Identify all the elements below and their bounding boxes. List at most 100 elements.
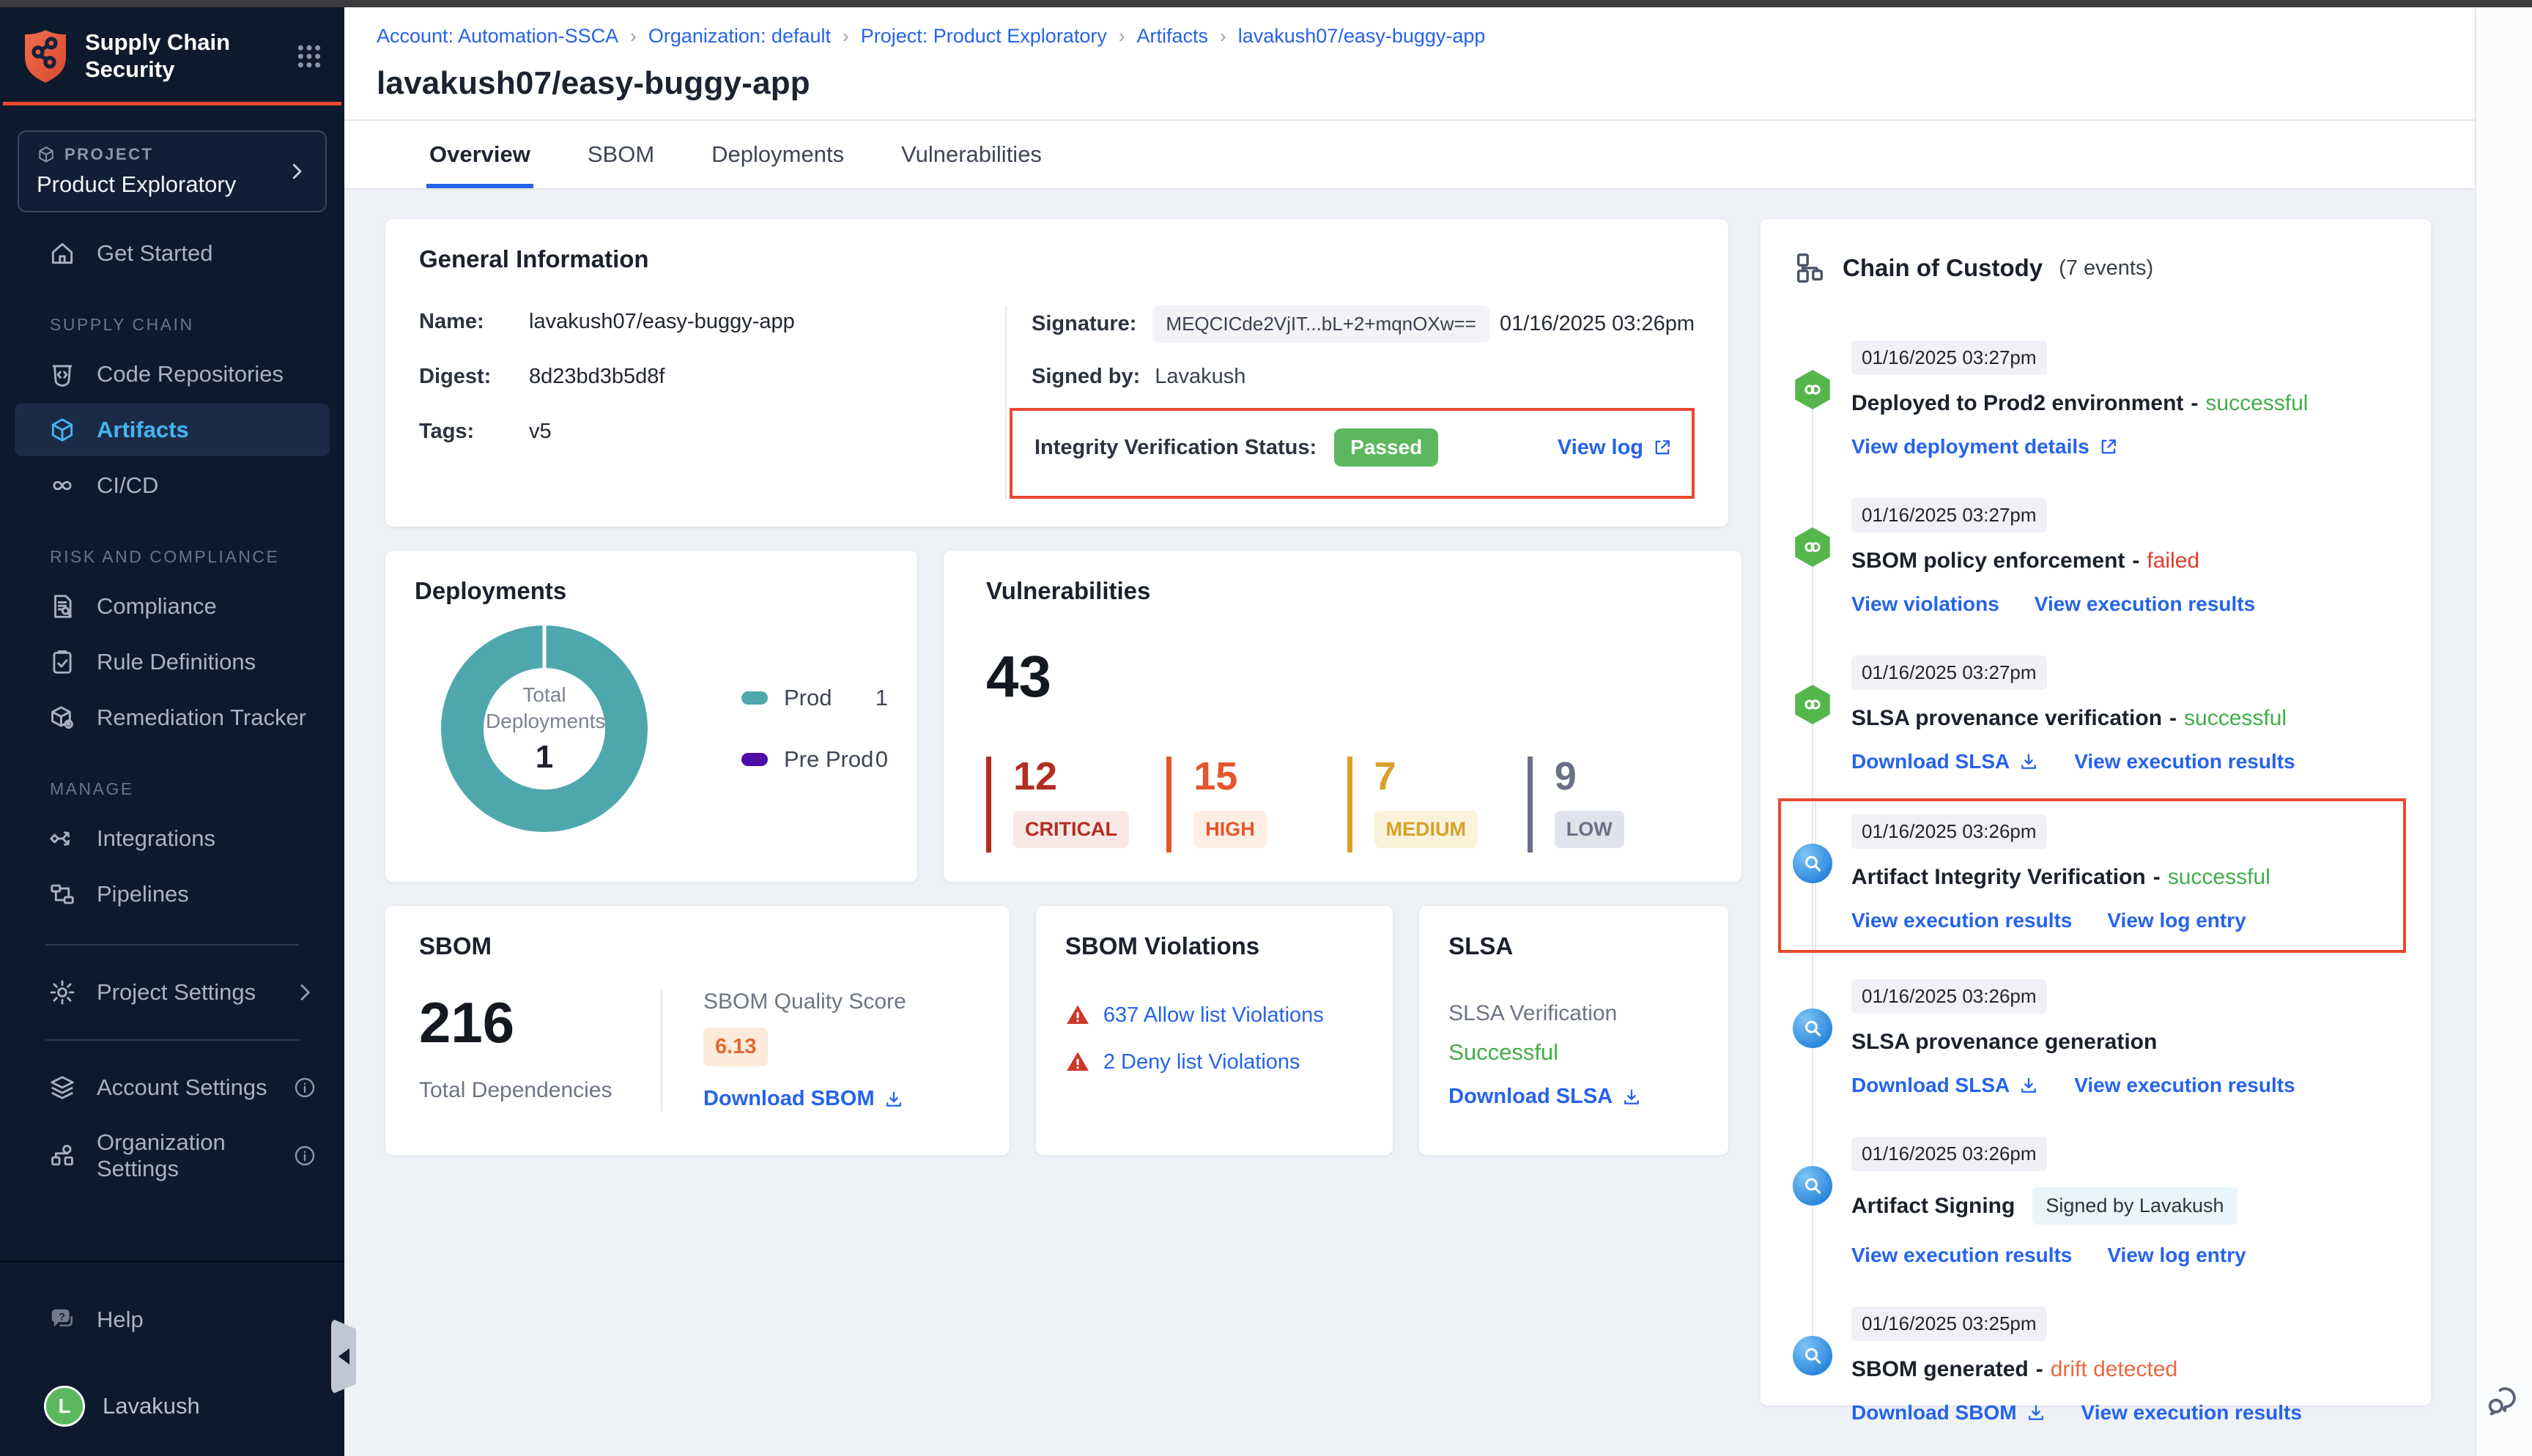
sidebar-item-compliance[interactable]: Compliance xyxy=(15,580,330,633)
page-header: Account: Automation-SSCA›Organization: d… xyxy=(344,7,2475,121)
chat-support-icon[interactable] xyxy=(2484,1381,2524,1421)
tab-vulnerabilities[interactable]: Vulnerabilities xyxy=(898,121,1045,188)
event-link-view-violations[interactable]: View violations xyxy=(1851,593,1999,616)
general-information-body: Name:lavakush07/easy-buggy-appDigest:8d2… xyxy=(419,305,1695,499)
event-timestamp: 01/16/2025 03:26pm xyxy=(1851,814,2047,849)
event-link-download-sbom[interactable]: Download SBOM xyxy=(1851,1401,2046,1425)
info-icon xyxy=(293,1076,316,1099)
sbom-violations-card: SBOM Violations 637 Allow list Violation… xyxy=(1036,906,1393,1155)
breadcrumb-item-project-product-exploratory[interactable]: Project: Product Exploratory xyxy=(861,25,1107,48)
sidebar-item-project-settings[interactable]: Project Settings xyxy=(15,966,330,1019)
event-link-label: View execution results xyxy=(2074,1074,2295,1097)
event-timestamp: 01/16/2025 03:25pm xyxy=(1851,1307,2047,1341)
sidebar-item-remediation-tracker[interactable]: Remediation Tracker xyxy=(15,691,330,744)
svg-text:?: ? xyxy=(59,1311,65,1323)
warning-triangle-icon xyxy=(1065,1050,1090,1074)
event-link-label: View log entry xyxy=(2107,1244,2246,1267)
sidebar: Supply Chain Security PROJECT Product Ex… xyxy=(0,7,344,1456)
sidebar-item-organization-settings[interactable]: Organization Settings xyxy=(15,1117,330,1195)
breadcrumb-item-artifacts[interactable]: Artifacts xyxy=(1137,25,1209,48)
timeline-icon-column xyxy=(1793,1137,1851,1267)
external-link-icon xyxy=(2098,437,2119,457)
breadcrumb: Account: Automation-SSCA›Organization: d… xyxy=(377,25,2446,48)
signature-date: 01/16/2025 03:26pm xyxy=(1500,312,1695,336)
user-menu[interactable]: L Lavakush xyxy=(15,1375,330,1427)
signature-section: Signature: MEQCICde2VjIT...bL+2+mqnOXw==… xyxy=(1032,305,1695,499)
signed-by-label: Signed by: xyxy=(1032,365,1140,389)
timeline-event-slsa-provenance-generation: 01/16/2025 03:26pmSLSA provenance genera… xyxy=(1793,979,2399,1097)
sidebar-item-label: Code Repositories xyxy=(97,361,284,387)
breadcrumb-item-organization-default[interactable]: Organization: default xyxy=(648,25,831,48)
event-link-view-deployment-details[interactable]: View deployment details xyxy=(1851,435,2119,458)
timeline-event-slsa-provenance-verification: 01/16/2025 03:27pmSLSA provenance verifi… xyxy=(1793,655,2399,773)
user-name: Lavakush xyxy=(103,1393,200,1419)
event-body: 01/16/2025 03:26pmSLSA provenance genera… xyxy=(1851,979,2399,1097)
slsa-verification-label: SLSA Verification xyxy=(1448,1001,1699,1026)
view-log-link[interactable]: View log xyxy=(1558,436,1673,460)
event-link-view-execution-results[interactable]: View execution results xyxy=(1851,909,2072,932)
event-links: Download SBOM View execution results xyxy=(1851,1401,2399,1425)
breadcrumb-item-lavakush07-easy-buggy-app[interactable]: lavakush07/easy-buggy-app xyxy=(1238,25,1486,48)
tab-overview[interactable]: Overview xyxy=(426,121,533,188)
event-status: failed xyxy=(2147,549,2199,573)
sidebar-item-get-started[interactable]: Get Started xyxy=(15,227,330,280)
violation-link-637-allow-list-violations[interactable]: 637 Allow list Violations xyxy=(1103,1003,1324,1028)
signature-row: Signature: MEQCICde2VjIT...bL+2+mqnOXw==… xyxy=(1032,305,1695,343)
event-timestamp: 01/16/2025 03:26pm xyxy=(1851,1137,2047,1171)
info-field-label: Name: xyxy=(419,310,529,334)
event-title: SBOM generated xyxy=(1851,1357,2029,1382)
hierarchy-icon xyxy=(1793,251,1826,285)
event-body: 01/16/2025 03:27pmSLSA provenance verifi… xyxy=(1851,655,2399,773)
sbom-quality-score-value: 6.13 xyxy=(703,1028,768,1066)
download-sbom-link[interactable]: Download SBOM xyxy=(703,1087,904,1111)
event-link-label: Download SLSA xyxy=(1851,1074,2010,1097)
event-link-view-execution-results[interactable]: View execution results xyxy=(2035,593,2255,616)
violation-link-2-deny-list-violations[interactable]: 2 Deny list Violations xyxy=(1103,1050,1300,1074)
event-link-view-log-entry[interactable]: View log entry xyxy=(2107,1244,2246,1267)
sidebar-item-help[interactable]: ? Help xyxy=(15,1293,330,1346)
event-status: successful xyxy=(2205,391,2308,416)
sidebar-accent-bar xyxy=(3,102,341,105)
sidebar-item-artifacts[interactable]: Artifacts xyxy=(15,404,330,456)
cards-row-3: SBOM 216 Total Dependencies SBOM Quality… xyxy=(385,906,1728,1155)
sidebar-item-label: Integrations xyxy=(97,825,215,852)
event-link-view-execution-results[interactable]: View execution results xyxy=(2074,1074,2295,1097)
sidebar-section-risk-and-compliance: RISK AND COMPLIANCE xyxy=(50,547,330,567)
module-grid-icon[interactable] xyxy=(295,42,324,71)
event-timestamp: 01/16/2025 03:27pm xyxy=(1851,655,2047,690)
sidebar-collapse-handle[interactable] xyxy=(331,1318,356,1394)
chain-of-custody-card: Chain of Custody (7 events) 01/16/2025 0… xyxy=(1761,219,2431,1405)
event-link-view-execution-results[interactable]: View execution results xyxy=(2074,750,2295,773)
card-title: General Information xyxy=(419,245,1695,273)
event-link-label: View execution results xyxy=(2081,1401,2302,1425)
clipboard-icon xyxy=(48,648,76,676)
event-link-download-slsa[interactable]: Download SLSA xyxy=(1851,750,2039,773)
tab-sbom[interactable]: SBOM xyxy=(585,121,657,188)
project-selector[interactable]: PROJECT Product Exploratory xyxy=(18,130,327,212)
sidebar-item-ci-cd[interactable]: CI/CD xyxy=(15,459,330,512)
sidebar-bottom: ? Help L Lavakush xyxy=(0,1260,344,1456)
deployments-donut-chart: Total Deployments 1 xyxy=(441,625,648,832)
download-slsa-link[interactable]: Download SLSA xyxy=(1448,1085,1642,1109)
breadcrumb-item-account-automation-ssca[interactable]: Account: Automation-SSCA xyxy=(377,25,618,48)
event-link-view-log-entry[interactable]: View log entry xyxy=(2107,909,2246,932)
sidebar-item-rule-definitions[interactable]: Rule Definitions xyxy=(15,636,330,688)
repo-icon xyxy=(48,360,76,388)
event-link-view-execution-results[interactable]: View execution results xyxy=(1851,1244,2072,1267)
event-link-download-slsa[interactable]: Download SLSA xyxy=(1851,1074,2039,1097)
sidebar-item-code-repositories[interactable]: Code Repositories xyxy=(15,348,330,401)
deployments-body: Total Deployments 1 Prod1Pre Prod0 xyxy=(415,625,888,832)
event-link-label: View execution results xyxy=(2074,750,2295,773)
timeline-icon-column xyxy=(1793,341,1851,458)
event-link-view-execution-results[interactable]: View execution results xyxy=(2081,1401,2302,1425)
sidebar-item-integrations[interactable]: Integrations xyxy=(15,812,330,865)
event-title-row: Deployed to Prod2 environment-successful xyxy=(1851,391,2399,416)
content: General Information Name:lavakush07/easy… xyxy=(344,190,2475,1456)
timeline-icon-column xyxy=(1793,1307,1851,1425)
legend-row-pre-prod: Pre Prod0 xyxy=(741,746,888,773)
sidebar-item-account-settings[interactable]: Account Settings xyxy=(15,1061,330,1114)
sidebar-item-pipelines[interactable]: Pipelines xyxy=(15,868,330,921)
sidebar-item-label: CI/CD xyxy=(97,472,158,499)
vulnerabilities-card: Vulnerabilities 43 12CRITICAL15HIGH7MEDI… xyxy=(944,551,1741,882)
tab-deployments[interactable]: Deployments xyxy=(708,121,847,188)
